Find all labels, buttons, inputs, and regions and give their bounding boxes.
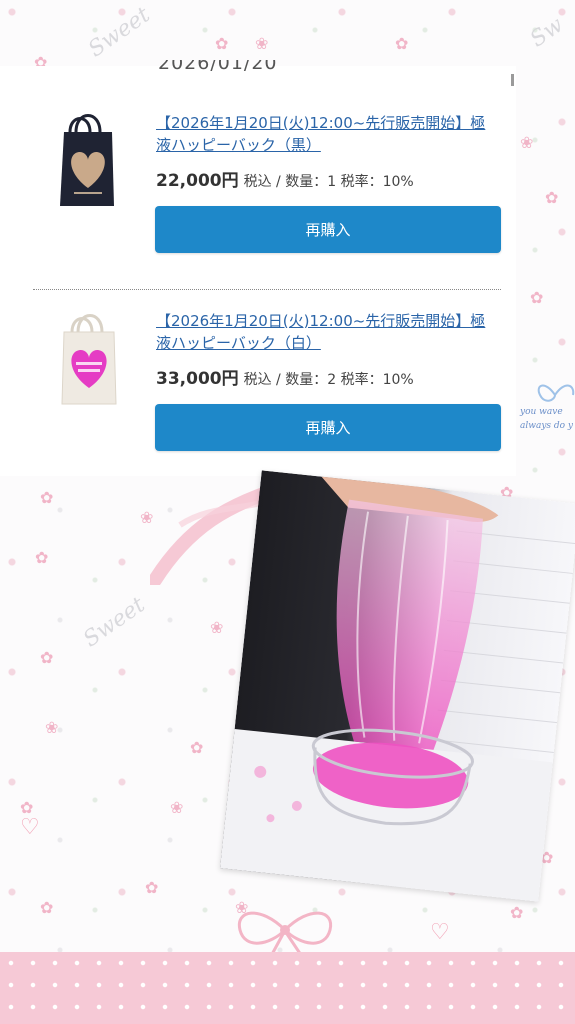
rose-decoration-icon: ✿ — [40, 648, 54, 667]
rose-decoration-icon: ✿ — [145, 878, 159, 897]
rose-decoration-icon: ❀ — [210, 618, 224, 637]
product-thumbnail-black-bag[interactable] — [56, 110, 120, 210]
price-details: 税込 / 数量：1 税率：10% — [243, 174, 414, 190]
ribbon-bow-decoration — [237, 911, 333, 959]
product-title-link[interactable]: 【2026年1月20日(火)12:00~先行販売開始】極液ハッピーバック（白） — [156, 310, 496, 354]
slime-photo — [219, 470, 575, 902]
rose-decoration-icon: ❀ — [45, 718, 59, 737]
slime-illustration — [219, 470, 575, 902]
rose-decoration-icon: ✿ — [215, 34, 229, 53]
rose-decoration-icon: ✿ — [20, 798, 34, 817]
rose-decoration-icon: ✿ — [40, 898, 54, 917]
rose-decoration-icon: ✿ — [530, 288, 544, 307]
rebuy-button[interactable]: 再購入 — [155, 206, 501, 253]
price-line: 22,000円 税込 / 数量：1 税率：10% — [156, 166, 414, 191]
heart-outline-icon: ♡ — [430, 920, 450, 945]
side-note-line: you wave — [520, 407, 563, 417]
order-date: 2026/01/20 — [158, 60, 278, 74]
rose-decoration-icon: ✿ — [510, 903, 524, 922]
product-title-link[interactable]: 【2026年1月20日(火)12:00~先行販売開始】極液ハッピーバック（黒） — [156, 112, 496, 156]
heart-outline-icon: ♡ — [20, 815, 40, 840]
item-divider — [33, 289, 501, 290]
rose-decoration-icon: ✿ — [35, 548, 49, 567]
footer-pattern-band — [0, 952, 575, 1024]
rose-decoration-icon: ✿ — [190, 738, 204, 757]
product-price: 33,000円 — [156, 369, 239, 389]
order-history-panel: 2026/01/20 【2026年1月20日(火)12:00~先行販売開始】極液… — [0, 60, 516, 476]
rose-decoration-icon: ❀ — [520, 133, 534, 152]
price-details: 税込 / 数量：2 税率：10% — [243, 372, 414, 388]
scrollbar[interactable] — [511, 74, 514, 86]
rose-decoration-icon: ❀ — [255, 34, 269, 53]
product-price: 22,000円 — [156, 171, 239, 191]
rose-decoration-icon: ❀ — [170, 798, 184, 817]
rebuy-button[interactable]: 再購入 — [155, 404, 501, 451]
price-line: 33,000円 税込 / 数量：2 税率：10% — [156, 364, 414, 389]
rose-decoration-icon: ✿ — [545, 188, 559, 207]
product-thumbnail-white-bag[interactable] — [56, 308, 120, 408]
side-note-line: always do y — [520, 421, 574, 431]
rose-decoration-icon: ✿ — [40, 488, 54, 507]
rose-decoration-icon: ✿ — [395, 34, 409, 53]
side-script-note: you wave always do y — [520, 405, 573, 433]
